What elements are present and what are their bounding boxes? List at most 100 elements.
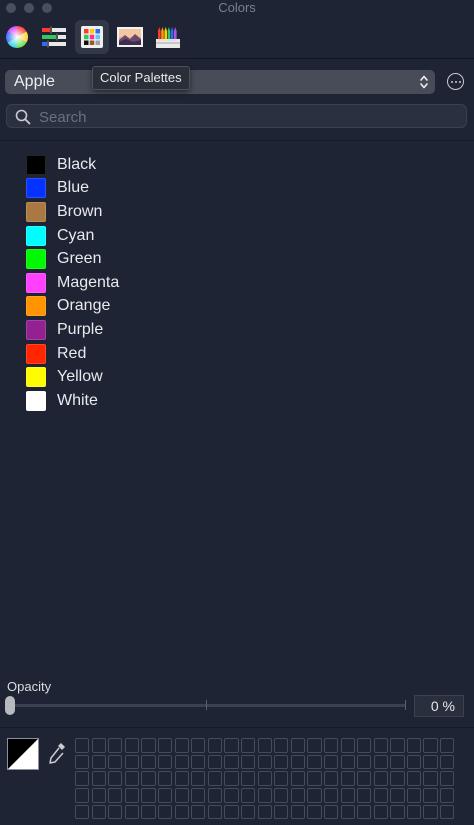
color-well[interactable]	[191, 754, 206, 770]
color-well[interactable]	[75, 754, 90, 770]
color-item[interactable]: Cyan	[26, 224, 326, 248]
color-well[interactable]	[323, 804, 339, 820]
color-well[interactable]	[91, 738, 106, 753]
color-well[interactable]	[141, 771, 156, 786]
color-well[interactable]	[91, 788, 106, 803]
color-well[interactable]	[257, 788, 272, 803]
color-well[interactable]	[207, 771, 223, 786]
color-well[interactable]	[108, 738, 123, 753]
color-well[interactable]	[323, 771, 339, 786]
color-well[interactable]	[240, 754, 256, 770]
palette-options-button[interactable]	[447, 73, 464, 90]
color-well[interactable]	[174, 804, 189, 820]
color-well[interactable]	[307, 771, 322, 786]
color-well[interactable]	[174, 738, 189, 753]
color-item[interactable]: Black	[26, 153, 326, 177]
color-well[interactable]	[274, 771, 289, 786]
color-well[interactable]	[108, 771, 123, 786]
color-palettes-tab[interactable]	[75, 20, 109, 54]
color-well[interactable]	[240, 788, 256, 803]
color-well[interactable]	[440, 804, 455, 820]
color-well[interactable]	[91, 754, 106, 770]
color-well[interactable]	[340, 804, 355, 820]
color-well[interactable]	[423, 771, 438, 786]
color-well[interactable]	[390, 788, 405, 803]
color-item[interactable]: Blue	[26, 177, 326, 201]
color-well[interactable]	[157, 738, 173, 753]
color-well[interactable]	[323, 738, 339, 753]
color-well[interactable]	[274, 804, 289, 820]
color-well[interactable]	[174, 788, 189, 803]
color-item[interactable]: Red	[26, 342, 326, 366]
color-well[interactable]	[390, 754, 405, 770]
color-well[interactable]	[290, 788, 306, 803]
color-item[interactable]: Brown	[26, 200, 326, 224]
color-well[interactable]	[257, 754, 272, 770]
color-well[interactable]	[191, 788, 206, 803]
opacity-value-field[interactable]: 0 %	[414, 695, 464, 717]
color-well[interactable]	[191, 804, 206, 820]
color-well[interactable]	[257, 804, 272, 820]
color-well[interactable]	[323, 788, 339, 803]
opacity-slider-track[interactable]	[10, 704, 406, 707]
color-well[interactable]	[224, 754, 239, 770]
color-well[interactable]	[224, 788, 239, 803]
color-well[interactable]	[274, 754, 289, 770]
color-well[interactable]	[373, 771, 388, 786]
color-well[interactable]	[207, 738, 223, 753]
color-well[interactable]	[440, 754, 455, 770]
color-well[interactable]	[75, 788, 90, 803]
color-well[interactable]	[124, 804, 140, 820]
color-well[interactable]	[373, 788, 388, 803]
color-sliders-tab[interactable]	[37, 20, 71, 54]
color-item[interactable]: Purple	[26, 318, 326, 342]
color-well[interactable]	[440, 788, 455, 803]
color-well[interactable]	[257, 771, 272, 786]
color-well[interactable]	[91, 771, 106, 786]
color-well[interactable]	[108, 788, 123, 803]
color-well[interactable]	[323, 754, 339, 770]
color-well[interactable]	[157, 754, 173, 770]
color-well[interactable]	[224, 771, 239, 786]
color-well[interactable]	[240, 771, 256, 786]
color-item[interactable]: Yellow	[26, 365, 326, 389]
current-color-swatch[interactable]	[7, 738, 39, 770]
color-well[interactable]	[75, 804, 90, 820]
color-wheel-tab[interactable]	[0, 20, 34, 54]
color-well[interactable]	[373, 804, 388, 820]
color-well[interactable]	[141, 804, 156, 820]
color-well[interactable]	[340, 788, 355, 803]
color-well[interactable]	[290, 771, 306, 786]
color-well[interactable]	[307, 754, 322, 770]
color-well[interactable]	[357, 788, 372, 803]
color-well[interactable]	[207, 754, 223, 770]
color-well[interactable]	[340, 754, 355, 770]
color-well[interactable]	[357, 771, 372, 786]
opacity-slider-thumb[interactable]	[5, 696, 15, 715]
color-well[interactable]	[390, 771, 405, 786]
color-well[interactable]	[257, 738, 272, 753]
color-well[interactable]	[357, 738, 372, 753]
color-item[interactable]: Magenta	[26, 271, 326, 295]
pencils-tab[interactable]	[151, 20, 185, 54]
color-well[interactable]	[124, 771, 140, 786]
search-field[interactable]	[6, 104, 467, 129]
color-well[interactable]	[274, 788, 289, 803]
color-well[interactable]	[124, 754, 140, 770]
color-well[interactable]	[390, 738, 405, 753]
color-well[interactable]	[357, 804, 372, 820]
color-well[interactable]	[141, 754, 156, 770]
color-well[interactable]	[157, 804, 173, 820]
color-well[interactable]	[224, 804, 239, 820]
color-well[interactable]	[423, 804, 438, 820]
color-well[interactable]	[307, 738, 322, 753]
color-well[interactable]	[373, 738, 388, 753]
color-well[interactable]	[174, 754, 189, 770]
color-item[interactable]: Orange	[26, 295, 326, 319]
color-well[interactable]	[274, 738, 289, 753]
color-well[interactable]	[390, 804, 405, 820]
color-well[interactable]	[357, 754, 372, 770]
color-well[interactable]	[307, 788, 322, 803]
color-well[interactable]	[207, 788, 223, 803]
color-well[interactable]	[290, 804, 306, 820]
